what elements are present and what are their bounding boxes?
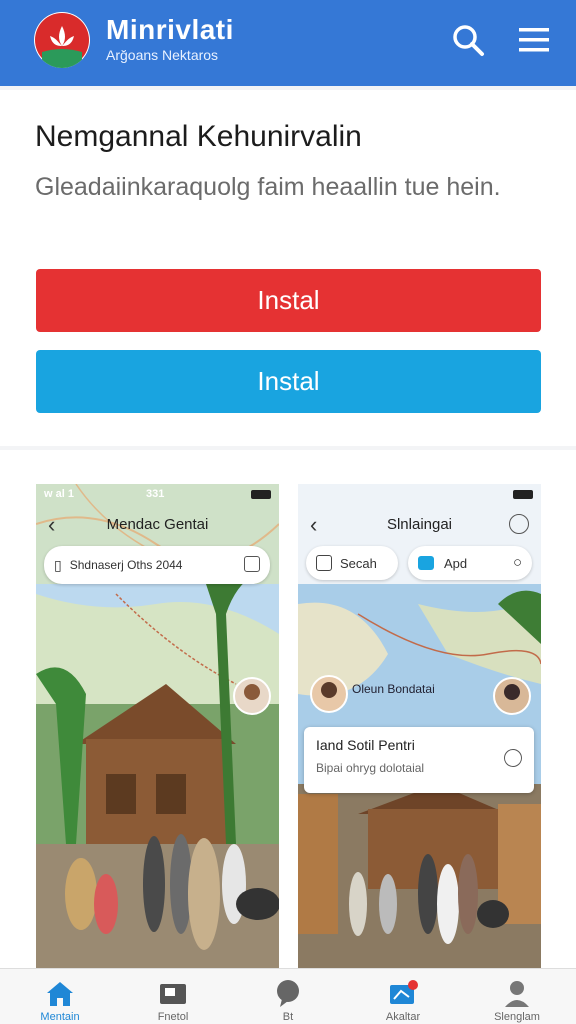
hero-title: Nemgannal Kehunirvalin <box>35 120 362 153</box>
chat-icon <box>277 980 299 1007</box>
location-card-title: Iand Sotil Pentri <box>316 737 415 753</box>
nav-label: Fnetol <box>157 1011 189 1023</box>
nav-label: Bt <box>282 1011 294 1023</box>
nav-item-notifications[interactable]: Akaltar <box>363 969 443 1024</box>
screen-title: Slnlaingai <box>386 516 453 533</box>
status-signal: w al 1 <box>44 488 74 500</box>
share-icon[interactable] <box>504 749 522 767</box>
screenshot-1[interactable]: w al 1 331 ‹ Mendac Gentai ▯ Shdnaserj O… <box>36 484 279 968</box>
app-title: Minrivlati <box>106 14 234 45</box>
app-subtitle: Arğoans Nektaros <box>106 47 219 63</box>
notification-icon <box>390 980 418 1004</box>
battery-icon <box>251 490 271 499</box>
chat-icon: ○ <box>512 554 522 571</box>
nav-item-wallet[interactable]: Fnetol <box>133 969 213 1024</box>
search-pill[interactable]: Secah <box>306 546 398 580</box>
home-icon <box>47 982 73 1006</box>
app-bar: Minrivlati Arğoans Nektaros <box>0 0 576 86</box>
status-bar <box>298 484 541 504</box>
status-bar: w al 1 331 <box>36 484 279 504</box>
nav-item-profile[interactable]: Slenglam <box>477 969 557 1024</box>
status-time: 331 <box>146 488 165 500</box>
bottom-navigation: Mentain Fnetol Bt Akaltar Slenglam <box>0 968 576 1024</box>
search-bar[interactable]: ▯ Shdnaserj Oths 2044 <box>44 546 270 584</box>
search-icon[interactable] <box>448 20 488 60</box>
battery-icon <box>513 490 533 499</box>
menu-icon[interactable] <box>514 20 554 60</box>
nav-label: Akaltar <box>385 1011 421 1023</box>
map-label: Oleun Bondatai <box>352 682 435 696</box>
bookmark-icon: ▯ <box>54 556 62 573</box>
profile-icon <box>505 981 529 1007</box>
screen-header: ‹ Mendac Gentai <box>36 504 279 544</box>
screen-title: Mendac Gentai <box>106 516 209 533</box>
calendar-icon[interactable] <box>244 556 260 572</box>
nav-label: Mentain <box>40 1011 80 1023</box>
screenshots-section: w al 1 331 ‹ Mendac Gentai ▯ Shdnaserj O… <box>0 450 576 968</box>
nav-item-chat[interactable]: Bt <box>248 969 328 1024</box>
nav-item-home[interactable]: Mentain <box>20 969 100 1024</box>
location-card-subtitle: Bipai ohryg dolotaial <box>316 761 425 775</box>
search-pill-label: Secah <box>340 555 377 571</box>
search-bar-text: Shdnaserj Oths 2044 <box>69 558 183 572</box>
message-icon <box>418 556 434 570</box>
nav-label: Slenglam <box>494 1011 540 1023</box>
app-logo <box>34 12 90 68</box>
hero-description: Gleadaiinkaraquolg faim heaallin tue hei… <box>35 173 501 201</box>
wallet-icon <box>160 984 186 1004</box>
notification-icon[interactable] <box>509 514 529 534</box>
install-button-secondary[interactable]: Instal <box>36 350 541 413</box>
document-icon <box>316 555 332 571</box>
screen-header: ‹ Slnlaingai <box>298 504 541 544</box>
location-card[interactable]: Iand Sotil Pentri Bipai ohryg dolotaial <box>304 727 534 793</box>
add-pill[interactable]: Apd ○ <box>408 546 532 580</box>
hero-section: Nemgannal Kehunirvalin Gleadaiinkaraquol… <box>0 90 576 446</box>
add-pill-label: Apd <box>444 555 468 571</box>
install-button-primary[interactable]: Instal <box>36 269 541 332</box>
screenshot-2[interactable]: ‹ Slnlaingai Secah Apd ○ Oleun Bondatai … <box>298 484 541 968</box>
